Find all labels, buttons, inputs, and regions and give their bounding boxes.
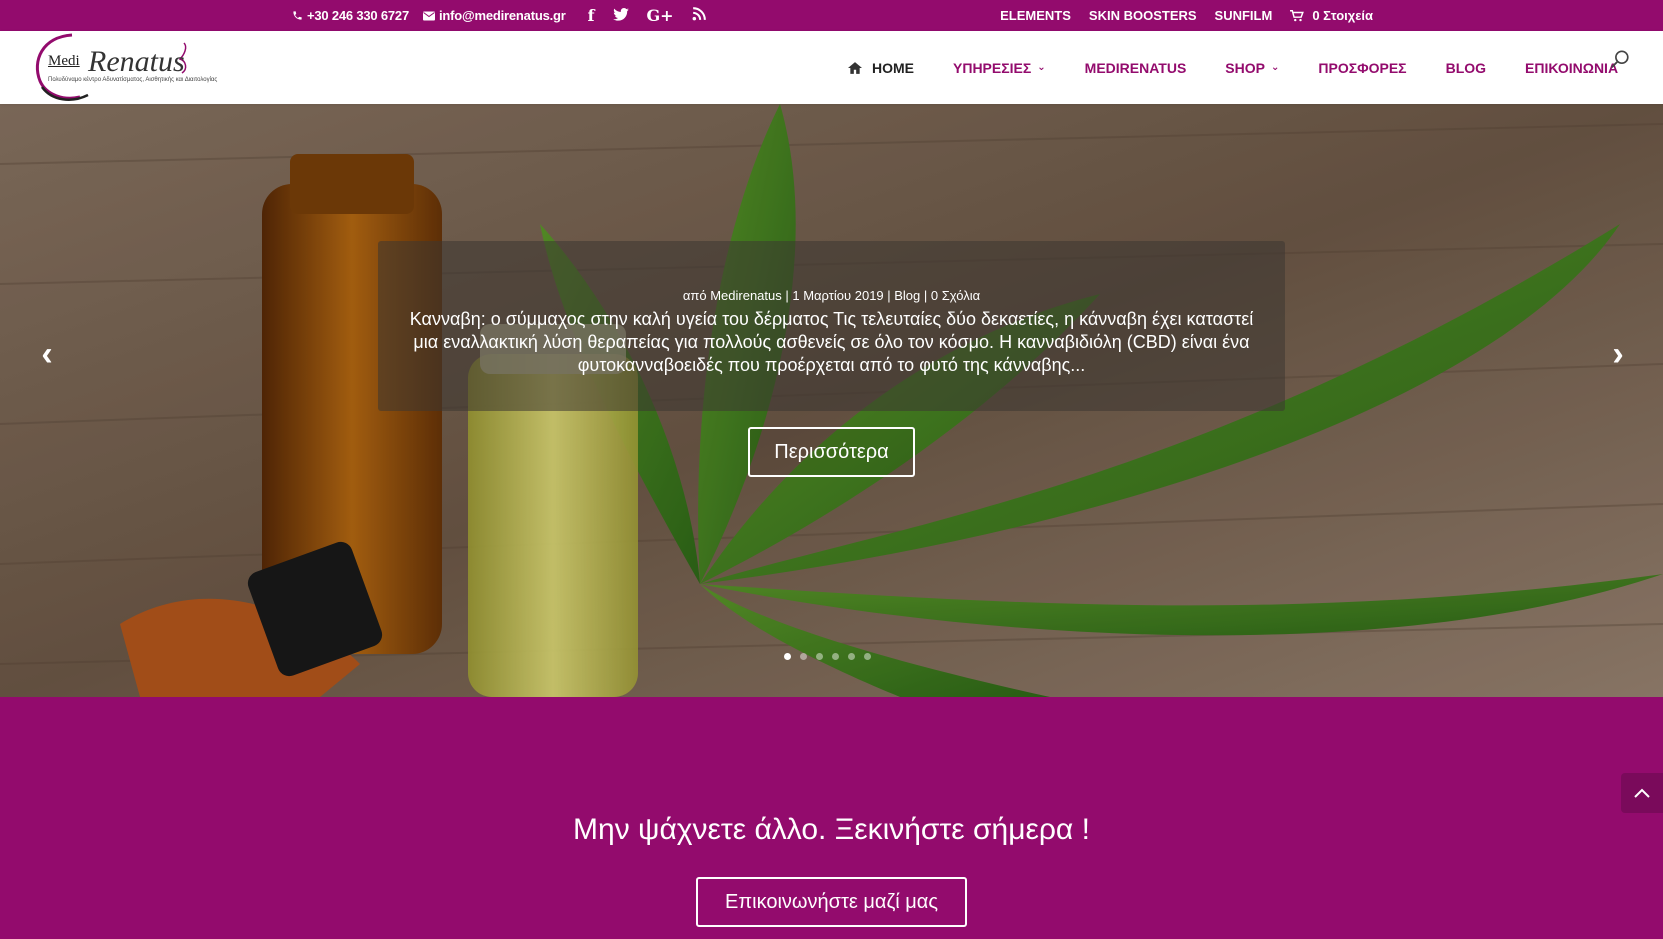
phone-text: +30 246 330 6727	[307, 8, 409, 23]
top-link-skin-boosters[interactable]: SKIN BOOSTERS	[1089, 8, 1197, 23]
top-link-sunfilm[interactable]: SUNFILM	[1215, 8, 1273, 23]
slide-caption: από Medirenatus | 1 Μαρτίου 2019 | Blog …	[378, 241, 1285, 411]
mail-icon	[423, 11, 435, 20]
slider-dot-2[interactable]	[800, 653, 807, 660]
nav-shop[interactable]: SHOP ⌄	[1225, 60, 1279, 76]
slider-dot-4[interactable]	[832, 653, 839, 660]
nav-offers[interactable]: ΠΡΟΣΦΟΡΕΣ	[1318, 60, 1406, 76]
logo-medi-text: Medi	[48, 53, 80, 69]
cart-count: 0 Στοιχεία	[1312, 8, 1373, 23]
cart-link[interactable]: 0 Στοιχεία	[1290, 8, 1373, 23]
slider-dot-5[interactable]	[848, 653, 855, 660]
google-plus-icon[interactable]: G+	[647, 6, 674, 25]
main-header: Medi Renatus Πολυδύναμο κέντρο Αδυνατίσμ…	[0, 31, 1663, 104]
chevron-down-icon: ⌄	[1270, 62, 1280, 73]
post-meta: από Medirenatus | 1 Μαρτίου 2019 | Blog …	[682, 288, 981, 303]
top-bar: +30 246 330 6727 info@medirenatus.gr f G…	[0, 0, 1663, 31]
home-icon	[848, 61, 862, 74]
post-excerpt: Κανναβη: ο σύμμαχος στην καλή υγεία του …	[409, 309, 1254, 375]
phone-icon	[293, 11, 302, 20]
hero-slider: από Medirenatus | 1 Μαρτίου 2019 | Blog …	[0, 104, 1663, 697]
slider-dot-3[interactable]	[816, 653, 823, 660]
cta-section: Μην ψάχνετε άλλο. Ξεκινήστε σήμερα ! Επι…	[0, 697, 1663, 939]
main-nav: HOME ΥΠΗΡΕΣΙΕΣ ⌄ MEDIRENATUS SHOP ⌄ ΠΡΟΣ…	[848, 31, 1618, 104]
read-more-button[interactable]: Περισσότερα	[748, 427, 915, 477]
twitter-icon[interactable]	[612, 6, 629, 25]
email-link[interactable]: info@medirenatus.gr	[423, 8, 566, 23]
nav-home-label: HOME	[872, 59, 914, 76]
email-text: info@medirenatus.gr	[439, 8, 566, 23]
nav-blog[interactable]: BLOG	[1446, 60, 1486, 76]
nav-home[interactable]: HOME	[848, 60, 914, 76]
slider-next-arrow-icon[interactable]: ›	[1603, 334, 1633, 374]
logo-tagline: Πολυδύναμο κέντρο Αδυνατίσματος, Αισθητι…	[48, 77, 218, 83]
nav-contact[interactable]: ΕΠΙΚΟΙΝΩΝΙΑ	[1525, 60, 1618, 76]
logo-renatus-text: Renatus	[88, 45, 185, 78]
phone-link[interactable]: +30 246 330 6727	[292, 8, 409, 23]
nav-blog-label: BLOG	[1445, 59, 1487, 76]
cta-heading: Μην ψάχνετε άλλο. Ξεκινήστε σήμερα !	[573, 813, 1090, 846]
nav-services-label: ΥΠΗΡΕΣΙΕΣ	[953, 59, 1032, 76]
top-link-elements[interactable]: ELEMENTS	[1000, 8, 1071, 23]
contact-us-button[interactable]: Επικοινωνήστε μαζί μας	[696, 877, 967, 927]
nav-shop-label: SHOP	[1225, 59, 1265, 76]
back-to-top-button[interactable]	[1621, 773, 1663, 813]
nav-services[interactable]: ΥΠΗΡΕΣΙΕΣ ⌄	[953, 60, 1046, 76]
chevron-down-icon: ⌄	[1037, 62, 1046, 73]
facebook-icon[interactable]: f	[588, 6, 595, 25]
nav-medirenatus-label: MEDIRENATUS	[1084, 59, 1187, 76]
slider-dot-1[interactable]	[784, 653, 791, 660]
slider-prev-arrow-icon[interactable]: ‹	[32, 334, 62, 374]
cart-icon	[1290, 9, 1305, 21]
chevron-up-icon	[1634, 788, 1650, 798]
nav-offers-label: ΠΡΟΣΦΟΡΕΣ	[1318, 59, 1407, 76]
nav-medirenatus[interactable]: MEDIRENATUS	[1085, 60, 1187, 76]
rss-icon[interactable]	[692, 6, 706, 25]
slider-dot-6[interactable]	[864, 653, 871, 660]
nav-contact-label: ΕΠΙΚΟΙΝΩΝΙΑ	[1525, 59, 1619, 76]
site-logo[interactable]: Medi Renatus Πολυδύναμο κέντρο Αδυνατίσμ…	[32, 31, 217, 104]
search-icon[interactable]	[1609, 49, 1631, 71]
slider-pagination	[784, 653, 871, 660]
